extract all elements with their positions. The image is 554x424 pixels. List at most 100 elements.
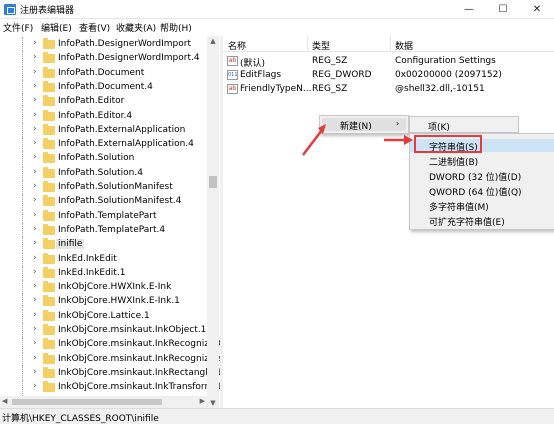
new-submenu-item[interactable]: 可扩充字符串值(E) xyxy=(410,214,554,228)
tree-item-label: InfoPath.Editor xyxy=(58,96,125,107)
expand-chevron-icon[interactable]: › xyxy=(33,138,37,148)
folder-icon xyxy=(43,109,55,121)
tree-item-label: InfoPath.DesignerWordImport xyxy=(58,39,191,49)
expand-chevron-icon[interactable]: › xyxy=(33,167,37,177)
expand-chevron-icon[interactable]: › xyxy=(33,95,37,105)
folder-icon xyxy=(43,366,55,378)
tree-item-label: InkObjCore.msinkaut.InkRectangle.1 xyxy=(58,367,220,378)
submenu-item-label: 可扩充字符串值(E) xyxy=(429,218,505,228)
tree-item-label: InfoPath.TemplatePart.4 xyxy=(58,224,166,235)
expand-chevron-icon[interactable]: › xyxy=(33,267,37,277)
folder-icon xyxy=(43,123,55,135)
folder-icon xyxy=(43,95,55,107)
expand-chevron-icon[interactable]: › xyxy=(33,52,37,62)
title-bar: 注册表编辑器 — ☐ ✕ xyxy=(0,0,554,19)
folder-icon xyxy=(43,152,55,164)
tree-vertical-scrollbar[interactable]: ▲ ▼ xyxy=(207,36,219,408)
value-type: REG_DWORD xyxy=(312,70,372,80)
folder-icon xyxy=(43,80,55,92)
submenu-item-label: QWORD (64 位)值(Q) xyxy=(429,188,522,198)
column-divider[interactable] xyxy=(390,36,391,52)
folder-icon xyxy=(43,223,55,235)
folder-icon xyxy=(43,181,55,192)
tree-item-label: InfoPath.Solution xyxy=(58,153,135,164)
expand-chevron-icon[interactable]: › xyxy=(33,152,37,162)
column-header-name[interactable]: 名称 xyxy=(228,39,246,52)
value-type: REG_SZ xyxy=(312,84,348,94)
scroll-up-arrow-icon[interactable]: ▲ xyxy=(207,37,219,45)
submenu-item-label: DWORD (32 位)值(D) xyxy=(429,173,522,183)
expand-chevron-icon[interactable]: › xyxy=(33,338,37,348)
menu-favorites[interactable]: 收藏夹(A) xyxy=(116,21,156,34)
submenu-key-section: 项(K) xyxy=(409,116,519,133)
close-button[interactable]: ✕ xyxy=(520,0,554,19)
expand-chevron-icon[interactable]: › xyxy=(33,295,37,305)
folder-icon xyxy=(43,338,55,350)
new-submenu-item[interactable]: 二进制值(B) xyxy=(410,154,554,168)
expand-chevron-icon[interactable]: › xyxy=(33,353,37,363)
scroll-right-arrow-icon[interactable]: ▶ xyxy=(200,397,205,405)
expand-chevron-icon[interactable]: › xyxy=(33,281,37,291)
value-row[interactable]: ab FriendlyTypeN... REG_SZ @shell32.dll,-10… xyxy=(223,82,554,97)
new-submenu-item[interactable]: DWORD (32 位)值(D) xyxy=(410,169,554,183)
column-header-data[interactable]: 数据 xyxy=(395,39,413,52)
scrollbar-thumb[interactable] xyxy=(209,176,217,188)
menu-help[interactable]: 帮助(H) xyxy=(160,21,192,34)
menu-view[interactable]: 查看(V) xyxy=(79,21,110,34)
expand-chevron-icon[interactable]: › xyxy=(33,181,37,191)
tree-item-label: InfoPath.ExternalApplication xyxy=(58,124,186,135)
submenu-item-label: 二进制值(B) xyxy=(429,158,479,168)
status-bar: 计算机\HKEY_CLASSES_ROOT\inifile xyxy=(0,408,554,424)
expand-chevron-icon[interactable]: › xyxy=(33,367,37,377)
folder-icon xyxy=(43,352,55,364)
submenu-item-label: 多字符串值(M) xyxy=(429,203,489,213)
menu-edit[interactable]: 编辑(E) xyxy=(41,21,72,34)
highlight-annotation-box xyxy=(414,135,482,153)
folder-icon xyxy=(43,209,55,221)
maximize-button[interactable]: ☐ xyxy=(486,0,520,19)
scroll-down-arrow-icon[interactable]: ▼ xyxy=(207,399,219,407)
tree-item-label: InfoPath.Editor.4 xyxy=(58,110,133,121)
expand-chevron-icon[interactable]: › xyxy=(33,253,37,263)
expand-chevron-icon[interactable]: › xyxy=(33,381,37,391)
new-submenu-item[interactable]: QWORD (64 位)值(Q) xyxy=(410,184,554,198)
folder-icon xyxy=(43,238,55,250)
tree-item-label: InfoPath.Document xyxy=(58,67,145,78)
tree-item-label: InkObjCore.HWXInk.E-Ink.1 xyxy=(58,296,180,307)
expand-chevron-icon[interactable]: › xyxy=(33,67,37,77)
expand-chevron-icon[interactable]: › xyxy=(33,110,37,120)
expand-chevron-icon[interactable]: › xyxy=(33,238,37,248)
column-divider[interactable] xyxy=(307,36,308,52)
expand-chevron-icon[interactable]: › xyxy=(33,124,37,134)
expand-chevron-icon[interactable]: › xyxy=(33,38,37,48)
value-data: 0x00200000 (2097152) xyxy=(395,70,502,80)
window-title: 注册表编辑器 xyxy=(20,6,75,16)
expand-chevron-icon[interactable]: › xyxy=(33,324,37,334)
value-row[interactable]: ab (默认) REG_SZ Configuration Settings xyxy=(223,54,554,69)
binary-value-icon: 011 xyxy=(227,70,238,80)
value-row[interactable]: 011 EditFlags REG_DWORD 0x00200000 (2097152… xyxy=(223,68,554,83)
list-header: 名称 类型 数据 xyxy=(223,36,554,52)
menu-file[interactable]: 文件(F) xyxy=(3,21,33,34)
expand-chevron-icon[interactable]: › xyxy=(33,210,37,220)
scroll-left-arrow-icon[interactable]: ◀ xyxy=(2,397,7,405)
expand-chevron-icon[interactable]: › xyxy=(33,195,37,205)
expand-chevron-icon[interactable]: › xyxy=(33,224,37,234)
column-header-type[interactable]: 类型 xyxy=(312,39,330,52)
scrollbar-thumb[interactable] xyxy=(12,399,162,405)
regedit-app-icon xyxy=(4,4,16,15)
folder-icon xyxy=(43,381,55,393)
tree-horizontal-scrollbar[interactable]: ◀ ▶ xyxy=(0,396,207,408)
expand-chevron-icon[interactable]: › xyxy=(33,81,37,91)
current-key-path: 计算机\HKEY_CLASSES_ROOT\inifile xyxy=(2,414,159,424)
new-submenu-item[interactable]: 多字符串值(M) xyxy=(410,199,554,213)
expand-chevron-icon[interactable]: › xyxy=(33,310,37,320)
context-menu: 新建(N) › xyxy=(319,115,409,134)
new-menu-item[interactable]: 新建(N) xyxy=(340,119,372,132)
new-key-item[interactable]: 项(K) xyxy=(428,120,450,133)
folder-icon xyxy=(43,266,55,278)
tree-item-label: InkObjCore.msinkaut.InkRecognizers. xyxy=(58,353,220,364)
minimize-button[interactable]: — xyxy=(452,0,486,19)
registry-key-tree[interactable]: › InfoPath.DesignerWordImport › InfoPath.De… xyxy=(0,36,220,408)
tree-item-label: InkObjCore.msinkaut.InkRecognizerG xyxy=(58,339,220,350)
